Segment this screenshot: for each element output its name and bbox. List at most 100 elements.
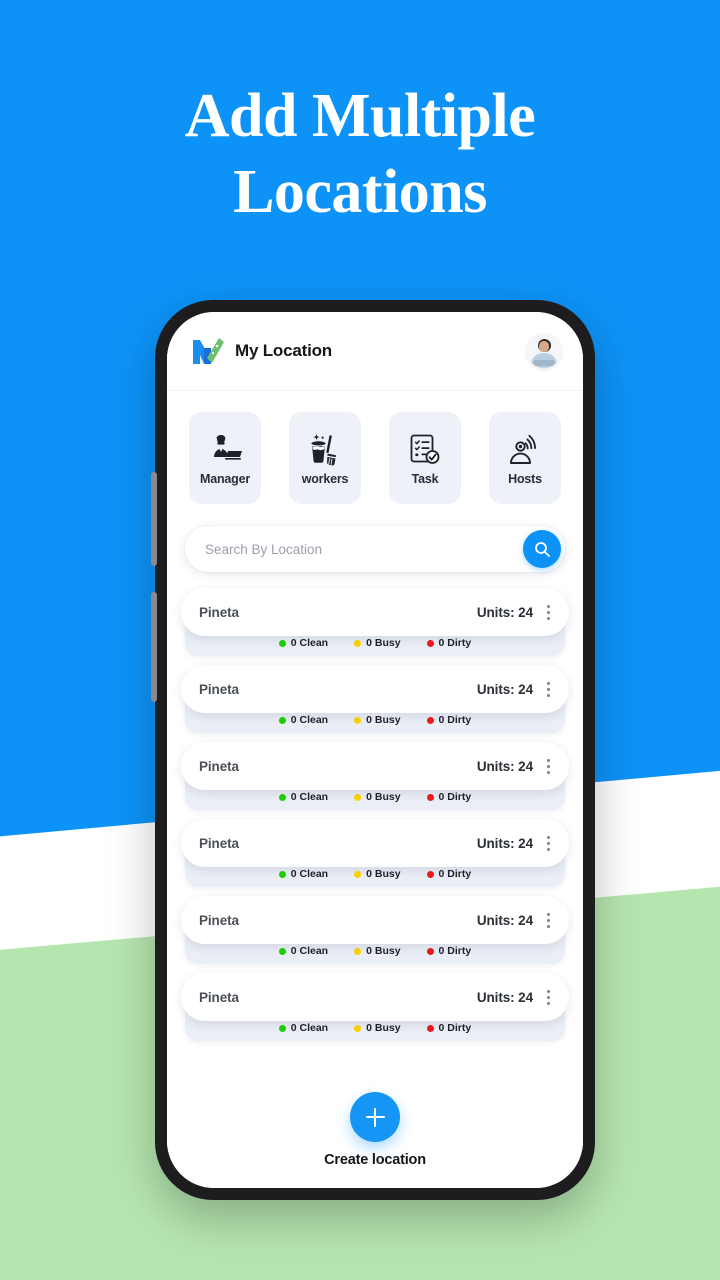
category-tile-hosts[interactable]: Hosts	[489, 412, 561, 504]
dirty-dot-icon	[426, 716, 434, 724]
location-card-main[interactable]: Pineta Units: 24	[181, 742, 569, 790]
status-clean: 0 Clean	[278, 637, 329, 649]
location-card[interactable]: 0 Clean 0 Busy 0 Dirty Pineta Units: 24	[181, 588, 569, 656]
location-units: Units: 24	[476, 604, 533, 620]
status-clean: 0 Clean	[278, 791, 329, 803]
search-bar[interactable]	[185, 526, 565, 572]
app-title: My Location	[235, 341, 332, 360]
status-dirty-label: 0 Dirty	[438, 637, 472, 649]
create-location-fab[interactable]	[350, 1092, 400, 1142]
status-busy: 0 Busy	[354, 945, 401, 957]
status-dirty-label: 0 Dirty	[438, 1022, 472, 1034]
status-clean: 0 Clean	[278, 868, 329, 880]
phone-side-button-volume-down[interactable]	[151, 592, 157, 702]
busy-dot-icon	[354, 947, 362, 955]
location-name: Pineta	[199, 604, 239, 620]
phone-mockup: My Location Manager workers Task Hosts S…	[151, 300, 595, 1200]
location-units: Units: 24	[476, 681, 533, 697]
clean-dot-icon	[278, 793, 286, 801]
status-busy: 0 Busy	[354, 714, 401, 726]
status-clean-label: 0 Clean	[290, 714, 329, 726]
status-busy-label: 0 Busy	[366, 714, 401, 726]
status-clean: 0 Clean	[278, 945, 329, 957]
location-card-main[interactable]: Pineta Units: 24	[181, 665, 569, 713]
search-button[interactable]	[523, 530, 561, 568]
location-name: Pineta	[199, 758, 239, 774]
search-input[interactable]	[205, 541, 523, 557]
location-name: Pineta	[199, 989, 239, 1005]
clean-dot-icon	[278, 639, 286, 647]
promo-headline-line2: Locations	[233, 158, 487, 226]
status-busy-label: 0 Busy	[366, 791, 401, 803]
status-clean-label: 0 Clean	[290, 1022, 329, 1034]
location-menu-icon[interactable]	[537, 598, 559, 626]
location-menu-icon[interactable]	[537, 752, 559, 780]
busy-dot-icon	[354, 1024, 362, 1032]
location-name: Pineta	[199, 681, 239, 697]
dirty-dot-icon	[426, 1024, 434, 1032]
category-label-task: Task	[411, 472, 439, 486]
promo-headline: Add Multiple Locations	[0, 78, 720, 230]
location-card-main[interactable]: Pineta Units: 24	[181, 588, 569, 636]
location-menu-icon[interactable]	[537, 983, 559, 1011]
location-menu-icon[interactable]	[537, 675, 559, 703]
busy-dot-icon	[354, 793, 362, 801]
status-dirty-label: 0 Dirty	[438, 945, 472, 957]
category-label-manager: Manager	[199, 472, 250, 486]
status-busy-label: 0 Busy	[366, 945, 401, 957]
status-dirty-label: 0 Dirty	[438, 791, 472, 803]
status-clean-label: 0 Clean	[290, 868, 329, 880]
location-card[interactable]: 0 Clean 0 Busy 0 Dirty Pineta Units: 24	[181, 665, 569, 733]
location-name: Pineta	[199, 835, 239, 851]
category-tile-workers[interactable]: workers	[289, 412, 361, 504]
dirty-dot-icon	[426, 870, 434, 878]
category-label-workers: workers	[301, 472, 349, 486]
location-card[interactable]: 0 Clean 0 Busy 0 Dirty Pineta Units: 24	[181, 742, 569, 810]
status-clean: 0 Clean	[278, 714, 329, 726]
cleaning-worker-icon	[306, 430, 344, 470]
status-dirty-label: 0 Dirty	[438, 714, 472, 726]
category-label-hosts: Hosts	[508, 472, 542, 486]
app-content: Manager workers Task Hosts Search By Loc…	[167, 390, 583, 1076]
status-dirty: 0 Dirty	[426, 945, 472, 957]
user-avatar[interactable]	[527, 334, 561, 368]
dirty-dot-icon	[426, 947, 434, 955]
location-card-main[interactable]: Pineta Units: 24	[181, 819, 569, 867]
status-busy: 0 Busy	[354, 868, 401, 880]
status-dirty: 0 Dirty	[426, 1022, 472, 1034]
task-checklist-icon	[406, 430, 444, 470]
phone-side-button-volume-up[interactable]	[151, 472, 157, 566]
status-dirty: 0 Dirty	[426, 791, 472, 803]
app-header: My Location	[167, 312, 583, 390]
busy-dot-icon	[354, 870, 362, 878]
status-busy-label: 0 Busy	[366, 868, 401, 880]
status-dirty-label: 0 Dirty	[438, 868, 472, 880]
status-busy-label: 0 Busy	[366, 1022, 401, 1034]
location-menu-icon[interactable]	[537, 906, 559, 934]
category-tile-task[interactable]: Task	[389, 412, 461, 504]
status-dirty: 0 Dirty	[426, 714, 472, 726]
dirty-dot-icon	[426, 639, 434, 647]
clean-dot-icon	[278, 870, 286, 878]
location-card-main[interactable]: Pineta Units: 24	[181, 896, 569, 944]
phone-screen: My Location Manager workers Task Hosts S…	[167, 312, 583, 1188]
status-busy: 0 Busy	[354, 1022, 401, 1034]
busy-dot-icon	[354, 716, 362, 724]
status-clean-label: 0 Clean	[290, 637, 329, 649]
location-card[interactable]: 0 Clean 0 Busy 0 Dirty Pineta Units: 24	[181, 973, 569, 1041]
app-footer: Create location	[167, 1076, 583, 1188]
clean-dot-icon	[278, 1024, 286, 1032]
promo-headline-line1: Add Multiple	[184, 82, 536, 150]
category-tile-manager[interactable]: Manager	[189, 412, 261, 504]
location-card-main[interactable]: Pineta Units: 24	[181, 973, 569, 1021]
status-clean-label: 0 Clean	[290, 791, 329, 803]
nv-logo-icon	[191, 336, 225, 366]
status-busy: 0 Busy	[354, 637, 401, 649]
location-card[interactable]: 0 Clean 0 Busy 0 Dirty Pineta Units: 24	[181, 896, 569, 964]
status-clean-label: 0 Clean	[290, 945, 329, 957]
location-card[interactable]: 0 Clean 0 Busy 0 Dirty Pineta Units: 24	[181, 819, 569, 887]
busy-dot-icon	[354, 639, 362, 647]
status-busy: 0 Busy	[354, 791, 401, 803]
location-menu-icon[interactable]	[537, 829, 559, 857]
location-units: Units: 24	[476, 758, 533, 774]
